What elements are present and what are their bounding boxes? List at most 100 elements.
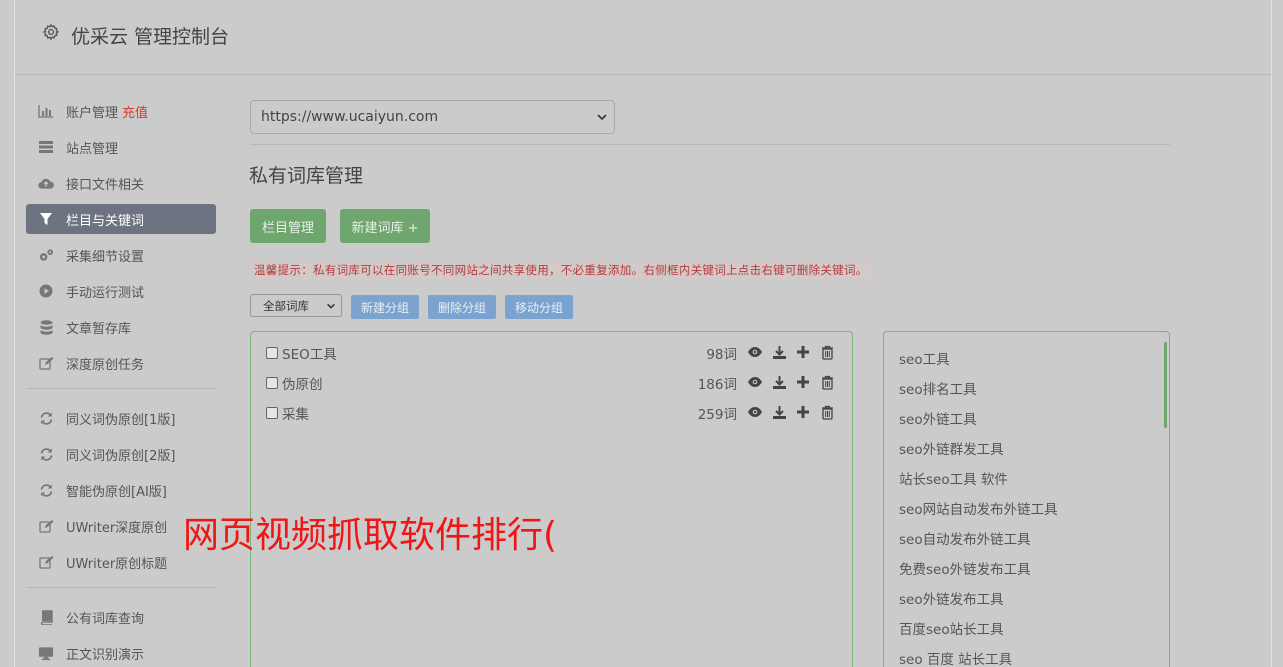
move-group-button[interactable]: 移动分组	[505, 295, 573, 319]
sidebar-item-label: 手动运行测试	[66, 285, 145, 301]
sidebar-item-article-store[interactable]: 文章暂存库	[26, 312, 216, 342]
database-icon	[38, 319, 54, 335]
play-circle-icon	[38, 283, 54, 299]
sidebar-item-label: UWriter深度原创	[66, 520, 168, 536]
sidebar-divider	[26, 587, 216, 588]
keyword-item[interactable]: seo外链工具	[899, 408, 977, 428]
library-name[interactable]: SEO工具	[282, 343, 337, 363]
keyword-item[interactable]: seo自动发布外链工具	[899, 528, 1031, 548]
plus-icon[interactable]	[795, 344, 811, 360]
keyword-list-panel: seo工具 seo排名工具 seo外链工具 seo外链群发工具 站长seo工具 …	[883, 331, 1170, 667]
sidebar-item-synonym-v2[interactable]: 同义词伪原创[2版]	[26, 439, 216, 469]
monitor-icon	[38, 645, 54, 661]
library-count: 259词	[697, 407, 737, 423]
bar-chart-icon	[38, 103, 54, 119]
eye-icon[interactable]	[747, 374, 763, 390]
keyword-item[interactable]: 免费seo外链发布工具	[899, 558, 1031, 578]
edit-icon	[38, 355, 54, 371]
library-checkbox[interactable]	[266, 407, 278, 419]
sidebar-item-deep-original[interactable]: 深度原创任务	[26, 348, 216, 378]
library-name[interactable]: 采集	[282, 403, 309, 423]
sidebar-item-label: UWriter原创标题	[66, 556, 168, 572]
trash-icon[interactable]	[819, 374, 835, 390]
edit-icon	[38, 554, 54, 570]
sidebar-item-label: 账户管理	[66, 105, 119, 121]
refresh-icon	[38, 482, 54, 498]
keyword-item[interactable]: seo工具	[899, 348, 950, 368]
plus-icon[interactable]	[795, 374, 811, 390]
refresh-icon	[38, 446, 54, 462]
keyword-item[interactable]: seo外链发布工具	[899, 588, 1004, 608]
chevron-down-icon	[327, 303, 335, 309]
download-icon[interactable]	[771, 344, 787, 360]
trash-icon[interactable]	[819, 344, 835, 360]
sidebar-item-account[interactable]: 账户管理 充值	[26, 96, 216, 126]
sidebar-item-label: 正文识别演示	[66, 647, 145, 663]
sidebar-item-label: 采集细节设置	[66, 249, 145, 265]
gear-icon	[42, 23, 60, 41]
download-icon[interactable]	[771, 374, 787, 390]
page-title: 私有词库管理	[249, 165, 364, 187]
keyword-item[interactable]: seo排名工具	[899, 378, 977, 398]
site-select-value: https://www.ucaiyun.com	[261, 109, 439, 125]
list-item: 采集 259词	[266, 403, 841, 423]
keyword-item[interactable]: 站长seo工具 软件	[899, 468, 1008, 488]
plus-icon[interactable]	[795, 404, 811, 420]
tip-text: 温馨提示：私有词库可以在同账号不同网站之间共享使用，不必重复添加。右侧框内关键词…	[250, 261, 872, 279]
keyword-item[interactable]: seo外链群发工具	[899, 438, 1004, 458]
scrollbar[interactable]	[1164, 342, 1167, 428]
sidebar: 账户管理 充值 站点管理 接口文件相关 栏目与关键词 采集细节设置 手动运行测试…	[26, 96, 216, 667]
new-library-button[interactable]: 新建词库 +	[340, 209, 430, 243]
list-item: 伪原创 186词	[266, 373, 841, 393]
sidebar-item-public-lib[interactable]: 公有词库查询	[26, 602, 216, 632]
new-group-button[interactable]: 新建分组	[351, 295, 419, 319]
refresh-icon	[38, 410, 54, 426]
eye-icon[interactable]	[747, 404, 763, 420]
library-checkbox[interactable]	[266, 377, 278, 389]
page: 优采云 管理控制台 账户管理 充值 站点管理 接口文件相关 栏目与关键词 采集细…	[0, 0, 1283, 667]
eye-icon[interactable]	[747, 344, 763, 360]
sidebar-item-text-recognition[interactable]: 正文识别演示	[26, 638, 216, 667]
sidebar-item-label: 文章暂存库	[66, 321, 132, 337]
library-checkbox[interactable]	[266, 347, 278, 359]
sidebar-item-label: 同义词伪原创[1版]	[66, 412, 176, 428]
sidebar-item-label: 接口文件相关	[66, 177, 145, 193]
library-name[interactable]: 伪原创	[282, 373, 323, 393]
sidebar-item-interface[interactable]: 接口文件相关	[26, 168, 216, 198]
keyword-item[interactable]: seo网站自动发布外链工具	[899, 498, 1058, 518]
cloud-upload-icon	[38, 175, 54, 191]
sidebar-item-columns-keywords[interactable]: 栏目与关键词	[26, 204, 216, 234]
overlay-caption: 网页视频抓取软件排行(	[183, 515, 558, 556]
cogs-icon	[38, 247, 54, 263]
sidebar-item-label: 智能伪原创[AI版]	[66, 484, 167, 500]
list-item: SEO工具 98词	[266, 343, 841, 363]
sidebar-item-collect-settings[interactable]: 采集细节设置	[26, 240, 216, 270]
sidebar-divider	[26, 388, 216, 389]
site-select[interactable]: https://www.ucaiyun.com	[250, 100, 615, 134]
sidebar-item-ai-original[interactable]: 智能伪原创[AI版]	[26, 475, 216, 505]
sidebar-item-label: 公有词库查询	[66, 611, 145, 627]
sidebar-item-label: 同义词伪原创[2版]	[66, 448, 176, 464]
trash-icon[interactable]	[819, 404, 835, 420]
group-select[interactable]: 全部词库	[250, 294, 342, 317]
server-icon	[38, 139, 54, 155]
app-title: 优采云 管理控制台	[71, 26, 230, 48]
library-list-panel: SEO工具 98词 伪原创 186词 采集 259词	[250, 331, 853, 667]
delete-group-button[interactable]: 删除分组	[428, 295, 496, 319]
sidebar-item-label: 栏目与关键词	[66, 213, 145, 229]
keyword-item[interactable]: 百度seo站长工具	[899, 618, 1004, 638]
sidebar-item-label: 深度原创任务	[66, 357, 145, 373]
library-count: 98词	[706, 347, 737, 363]
divider	[250, 144, 1170, 145]
filter-icon	[38, 211, 54, 227]
sidebar-item-sites[interactable]: 站点管理	[26, 132, 216, 162]
group-select-value: 全部词库	[263, 298, 309, 313]
column-manage-button[interactable]: 栏目管理	[250, 209, 326, 243]
recharge-link[interactable]: 充值	[122, 102, 148, 121]
chevron-down-icon	[597, 114, 607, 121]
book-icon	[38, 609, 54, 625]
sidebar-item-manual-run[interactable]: 手动运行测试	[26, 276, 216, 306]
sidebar-item-synonym-v1[interactable]: 同义词伪原创[1版]	[26, 403, 216, 433]
keyword-item[interactable]: seo 百度 站长工具	[899, 648, 1012, 667]
download-icon[interactable]	[771, 404, 787, 420]
